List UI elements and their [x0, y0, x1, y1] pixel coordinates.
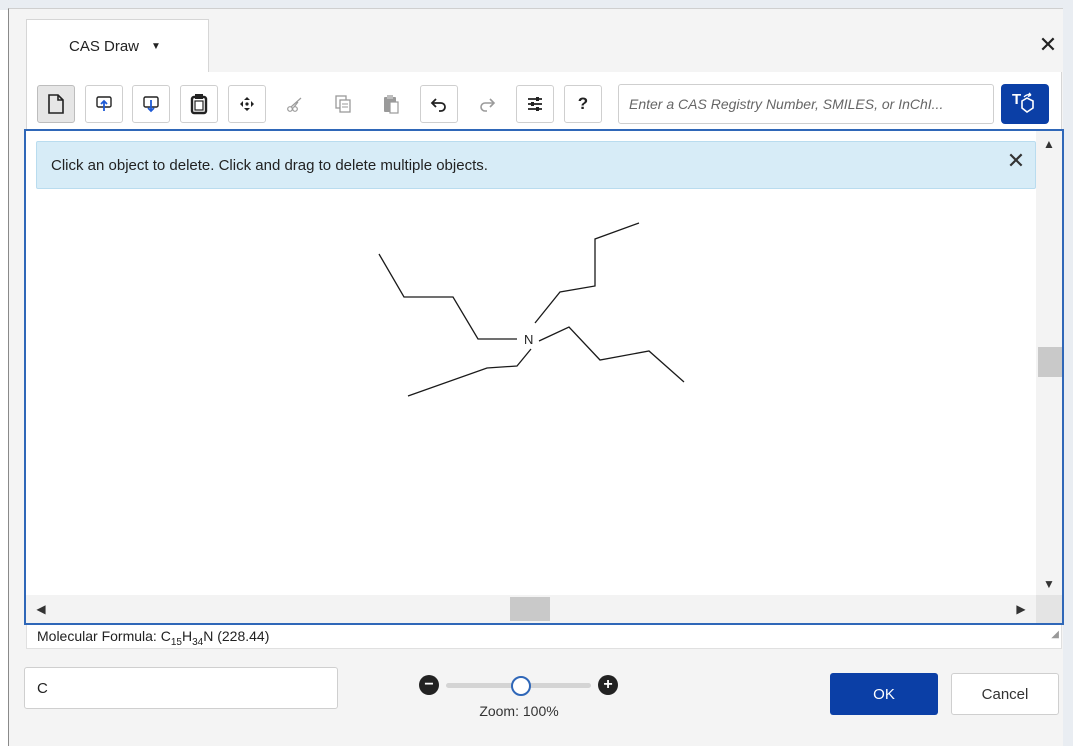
- bonds: [378, 222, 685, 397]
- export-icon: [143, 96, 159, 113]
- scrollbar-corner: [1036, 595, 1062, 623]
- templates-button[interactable]: [180, 85, 218, 123]
- background-strip-right: [1063, 0, 1073, 746]
- scroll-left-icon[interactable]: ◀: [30, 595, 52, 623]
- undo-icon: [430, 98, 446, 112]
- templates-icon: [190, 94, 208, 115]
- horizontal-scrollbar[interactable]: ◀ ▶: [26, 595, 1036, 623]
- export-button[interactable]: [132, 85, 170, 123]
- formula-hydrogen: H: [181, 628, 193, 644]
- settings-button[interactable]: [516, 85, 554, 123]
- recenter-icon: [240, 97, 254, 111]
- drawing-canvas[interactable]: Click an object to delete. Click and dra…: [24, 129, 1064, 625]
- formula-nitrogen: N: [203, 628, 214, 644]
- nitrogen-atom-label[interactable]: N: [524, 332, 533, 347]
- scroll-right-icon[interactable]: ▶: [1010, 595, 1032, 623]
- paste-button[interactable]: [372, 85, 410, 123]
- caret-down-icon: ▼: [151, 40, 161, 52]
- copy-icon: [335, 95, 351, 113]
- scroll-down-icon[interactable]: ▼: [1036, 573, 1062, 595]
- search-input[interactable]: [618, 84, 994, 124]
- formula-hydrogen-count: 34: [192, 636, 204, 648]
- bond-chain-left-upper[interactable]: [378, 253, 517, 340]
- molecule-structure[interactable]: N: [26, 131, 1034, 593]
- paste-icon: [384, 95, 399, 114]
- copy-button[interactable]: [324, 85, 362, 123]
- formula-carbon: C: [160, 628, 171, 644]
- zoom-label: Zoom: 100%: [479, 703, 559, 719]
- ok-button[interactable]: OK: [830, 673, 938, 715]
- svg-text:T: T: [1012, 91, 1021, 108]
- text-to-structure-button[interactable]: T: [1001, 84, 1049, 124]
- new-document-icon: [48, 94, 64, 114]
- redo-button[interactable]: [468, 85, 506, 123]
- close-dialog-icon[interactable]: ✕: [1036, 33, 1060, 57]
- bond-chain-left-lower[interactable]: [407, 348, 532, 397]
- zoom-in-icon[interactable]: +: [598, 675, 618, 695]
- undo-button[interactable]: [420, 85, 458, 123]
- molecular-weight: (228.44): [217, 628, 270, 644]
- settings-icon: [528, 97, 542, 111]
- import-icon: [96, 96, 112, 111]
- zoom-out-icon[interactable]: −: [419, 675, 439, 695]
- toolbar: ? T: [26, 72, 1062, 130]
- bond-chain-top[interactable]: [534, 222, 640, 324]
- scroll-up-icon[interactable]: ▲: [1036, 133, 1062, 155]
- vertical-scrollbar[interactable]: ▲ ▼: [1036, 131, 1062, 595]
- new-document-button[interactable]: [37, 85, 75, 123]
- text-to-structure-icon: T: [1012, 91, 1034, 113]
- cut-icon: [287, 97, 302, 112]
- resize-grip-icon[interactable]: ◢: [1051, 624, 1059, 646]
- cas-draw-dialog: CAS Draw ▼ ✕ ? Enter a CAS Registry Numb…: [8, 8, 1064, 746]
- import-button[interactable]: [85, 85, 123, 123]
- cas-draw-menu-tab[interactable]: CAS Draw ▼: [26, 19, 209, 72]
- zoom-slider-knob[interactable]: [511, 676, 531, 696]
- redo-icon: [480, 98, 496, 112]
- atom-label-input[interactable]: [24, 667, 338, 709]
- tab-label: CAS Draw: [69, 37, 140, 55]
- vertical-scroll-thumb[interactable]: [1038, 347, 1062, 377]
- molecular-formula-bar: Molecular Formula: C15H34N (228.44) ◢: [26, 625, 1062, 649]
- formula-carbon-count: 15: [170, 636, 182, 648]
- cancel-button[interactable]: Cancel: [951, 673, 1059, 715]
- help-icon: ?: [577, 94, 589, 113]
- formula-prefix: Molecular Formula:: [37, 628, 161, 644]
- help-button[interactable]: ?: [564, 85, 602, 123]
- bond-chain-right[interactable]: [538, 326, 685, 383]
- horizontal-scroll-thumb[interactable]: [510, 597, 550, 621]
- recenter-button[interactable]: [228, 85, 266, 123]
- cut-button[interactable]: [276, 85, 314, 123]
